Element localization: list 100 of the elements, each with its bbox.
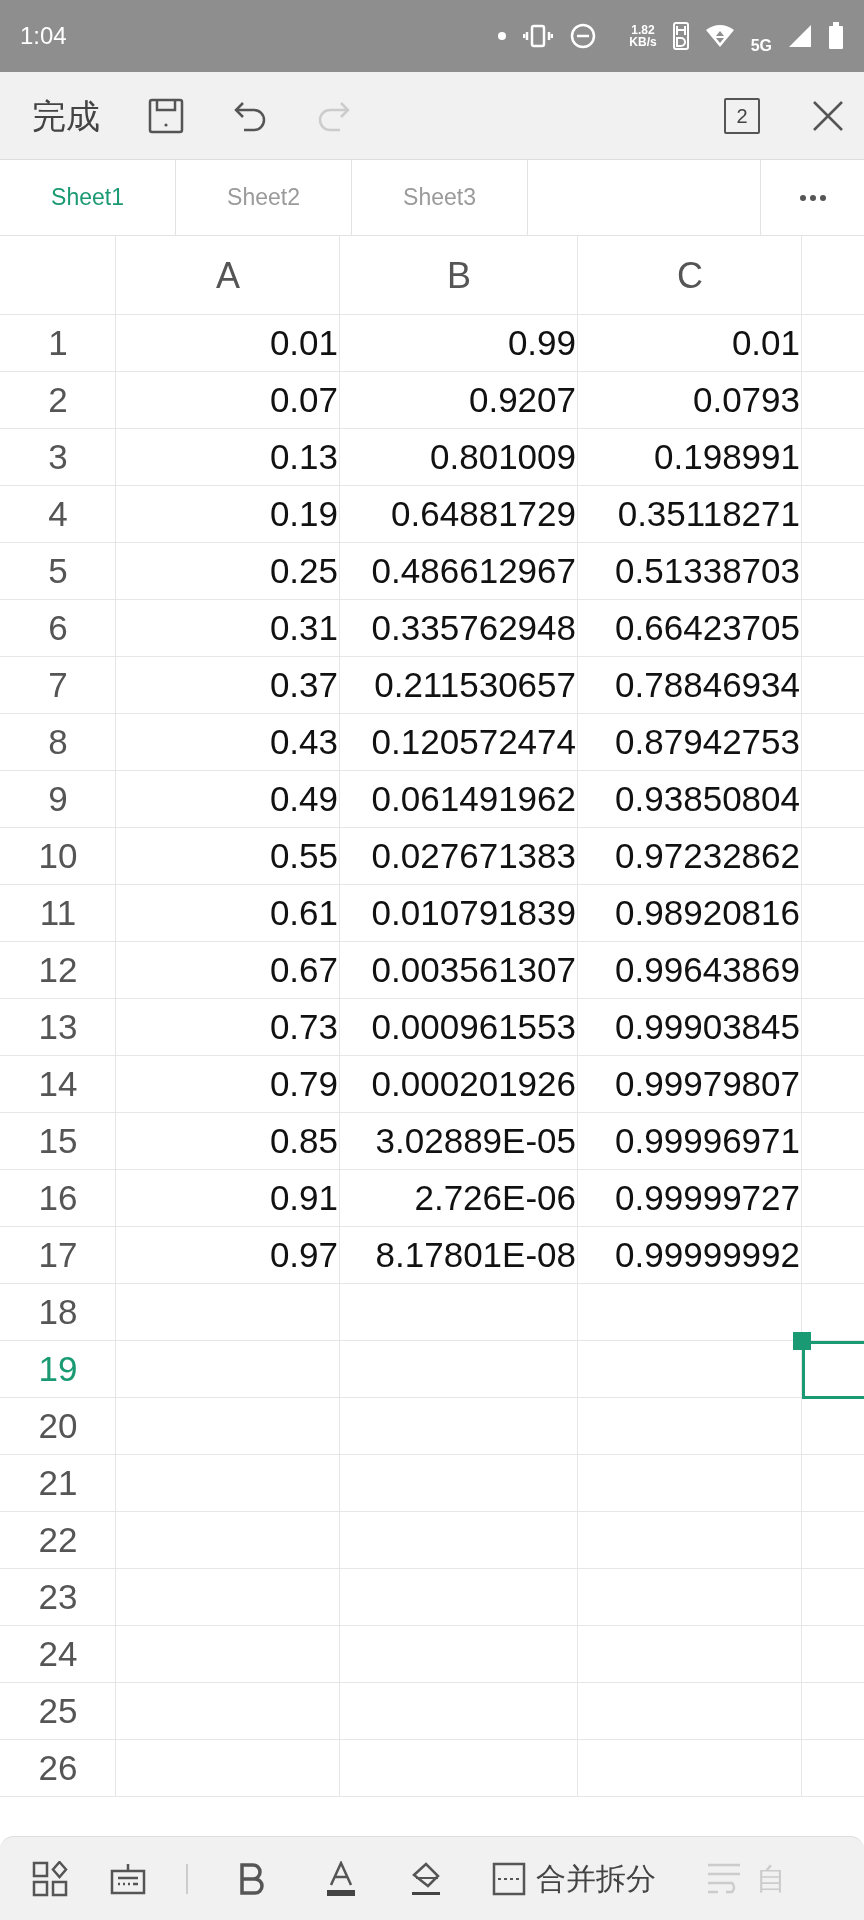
table-cell-text: 0.19 [269,493,338,536]
table-cell-text: 0.07 [269,379,338,422]
table-cell-text: 0.97 [269,1234,338,1277]
table-cell-text: 0.43 [269,721,338,764]
undo-button[interactable] [232,99,268,132]
table-cell-text: 8.17801E-08 [375,1234,576,1277]
table-cell-text: 0.120572474 [371,721,576,764]
row-header[interactable]: 11 [39,887,77,940]
row-header[interactable]: 22 [38,1514,78,1567]
battery-icon [828,22,844,50]
row-header[interactable]: 19 [38,1343,78,1396]
table-cell-text: 0.027671383 [371,835,576,878]
table-cell-text: 0.25 [269,550,338,593]
apps-button[interactable] [32,1860,68,1897]
table-cell-text: 0.99643869 [615,949,800,992]
table-cell-text: 0.66423705 [615,607,800,650]
more-icon [798,194,827,203]
table-cell-text: 0.35118271 [617,493,800,536]
row-header[interactable]: 1 [48,317,68,370]
row-header[interactable]: 7 [48,659,68,712]
wrap-text-icon [706,1861,742,1896]
keyboard-button[interactable] [110,1862,146,1895]
table-cell-text: 0.87942753 [615,721,800,764]
status-time: 1:04 [20,21,67,51]
vibrate-icon [523,24,554,48]
row-header[interactable]: 25 [38,1685,78,1738]
column-header[interactable]: C [677,248,703,303]
table-cell-text: 0.99999992 [615,1234,800,1277]
table-cell-text: 2.726E-06 [414,1177,576,1220]
table-cell-text: 0.73 [269,1006,338,1049]
selection-handle[interactable] [793,1332,811,1350]
table-cell-text: 0.003561307 [371,949,576,992]
column-header[interactable]: B [447,248,471,303]
table-cell-text: 0.67 [269,949,338,992]
table-cell-text: 0.01 [731,322,800,365]
table-cell-text: 0.51338703 [615,550,800,593]
row-header[interactable]: 4 [48,488,68,541]
table-cell-text: 0.211530657 [374,664,576,707]
table-cell-text: 0.49 [269,778,338,821]
row-header[interactable]: 14 [38,1058,78,1111]
table-cell-text: 0.31 [269,607,338,650]
done-button[interactable]: 完成 [32,98,100,133]
table-cell-text: 0.01 [269,322,338,365]
row-header[interactable]: 12 [38,944,78,997]
row-header[interactable]: 18 [38,1286,78,1339]
row-header[interactable]: 6 [48,602,68,655]
row-header[interactable]: 23 [38,1571,78,1624]
table-cell-text: 0.99 [507,322,576,365]
table-cell-text: 0.37 [269,664,338,707]
fill-color-button[interactable] [410,1860,442,1897]
network-type: 5G [750,36,772,56]
row-header[interactable]: 9 [48,773,68,826]
table-cell-text: 3.02889E-05 [375,1120,576,1163]
table-cell-text: 0.198991 [654,436,800,479]
column-header[interactable]: A [216,248,240,303]
table-cell-text: 0.91 [269,1177,338,1220]
notification-dot-icon [497,31,508,41]
row-header[interactable]: 8 [48,716,68,769]
table-cell-text: 0.99903845 [615,1006,800,1049]
table-cell-text: 0.801009 [430,436,576,479]
close-button[interactable] [812,99,844,132]
table-cell-text: 0.98920816 [615,892,800,935]
table-cell-text: 0.000201926 [371,1063,576,1106]
table-cell-text: 0.13 [269,436,338,479]
row-header[interactable]: 20 [38,1400,78,1453]
table-cell-text: 0.79 [269,1063,338,1106]
row-header[interactable]: 13 [38,1001,78,1054]
merge-split-button[interactable]: 合并拆分 [492,1861,656,1896]
row-header[interactable]: 17 [38,1229,78,1282]
table-cell-text: 0.486612967 [371,550,576,593]
hd-icon [672,22,689,50]
table-cell-text: 0.0793 [692,379,800,422]
do-not-disturb-icon [569,22,598,50]
save-button[interactable] [148,97,184,134]
row-header[interactable]: 3 [48,431,68,484]
table-cell-text: 0.335762948 [371,607,576,650]
window-count-button[interactable]: 2 [724,97,760,134]
table-cell-text: 0.9207 [468,379,576,422]
row-header[interactable]: 16 [38,1172,78,1225]
row-header[interactable]: 15 [38,1115,78,1168]
row-header[interactable]: 24 [38,1628,78,1681]
signal-icon [788,24,812,48]
table-cell-text: 0.99979807 [615,1063,800,1106]
bold-button[interactable] [238,1862,266,1895]
wifi-icon [704,24,735,48]
row-header[interactable]: 10 [38,830,78,883]
table-cell-text: 0.64881729 [391,493,576,536]
merge-cells-icon [492,1861,526,1896]
row-header[interactable]: 5 [48,545,68,598]
table-cell-text: 0.93850804 [615,778,800,821]
table-cell-text: 0.85 [269,1120,338,1163]
table-cell-text: 0.78846934 [615,664,800,707]
row-header[interactable]: 26 [38,1742,78,1795]
row-header[interactable]: 2 [48,374,68,427]
network-speed: 1.82 [630,24,656,36]
table-cell-text: 0.55 [269,835,338,878]
row-header[interactable]: 21 [38,1457,78,1510]
font-color-button[interactable] [326,1860,356,1897]
table-cell-text: 0.99996971 [615,1120,800,1163]
table-cell-text: 0.97232862 [615,835,800,878]
